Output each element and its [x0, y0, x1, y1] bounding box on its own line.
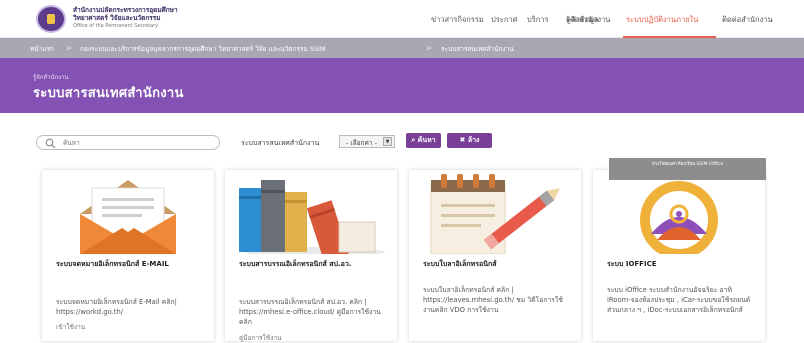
- card-title[interactable]: ระบบ IOFFICE: [607, 259, 757, 270]
- category-select[interactable]: - เลือกค่า - ▼: [339, 135, 395, 148]
- filter-label: ระบบสารสนเทศสำนักงาน: [241, 139, 320, 147]
- clear-button-label: ล้าง: [467, 136, 480, 144]
- envelope-icon: [42, 170, 214, 254]
- search-box[interactable]: [36, 135, 220, 150]
- nav-about[interactable]: รู้จักสำนักงาน: [566, 14, 610, 26]
- banner-subtitle: รู้จักสำนักงาน: [33, 74, 69, 81]
- search-input[interactable]: [63, 137, 213, 148]
- card-image: [593, 170, 765, 254]
- breadcrumb-separator: >: [426, 44, 432, 52]
- breadcrumb-home[interactable]: หน้าแรก: [30, 44, 54, 54]
- page-banner: รู้จักสำนักงาน ระบบสารสนเทศสำนักงาน: [0, 58, 804, 113]
- card-description: ระบบใบลาอิเล็กทรอนิกส์ คลิก | https://le…: [423, 286, 563, 314]
- breadcrumb: หน้าแรก > กองระบบและบริการข้อมูลบุคลากรก…: [0, 38, 804, 58]
- card-image: [225, 170, 397, 254]
- card-description: ระบบสารบรรณอิเล็กทรอนิกส์ สป.อว. คลิก | …: [239, 298, 381, 326]
- search-icon: ⌕: [411, 136, 416, 144]
- search-button[interactable]: ⌕ ค้นหา: [406, 133, 441, 148]
- card-description: ระบบ iOffice ระบบสำนักงานอัจฉริยะ อาทิ i…: [607, 286, 751, 314]
- card-image-caption: ห่วงโซ่คุณค่าห้องเรียน SSIM iOffice: [609, 158, 766, 180]
- breadcrumb-current: ระบบสารสนเทศสำนักงาน: [441, 45, 514, 53]
- card-link[interactable]: เข้าใช้งาน: [56, 322, 85, 332]
- card-description: ระบบจดหมายอิเล็กทรอนิกส์ E-Mail คลิก| ht…: [56, 298, 177, 316]
- search-button-label: ค้นหา: [417, 136, 436, 144]
- page-title: ระบบสารสนเทศสำนักงาน: [33, 86, 184, 101]
- system-card-ioffice[interactable]: ระบบ IOFFICE ระบบ iOffice ระบบสำนักงานอั…: [593, 170, 765, 341]
- card-image: [409, 170, 581, 254]
- search-icon: [45, 138, 56, 149]
- system-card-saraban[interactable]: ระบบสารบรรณอิเล็กทรอนิกส์ สป.อว. ระบบสาร…: [225, 170, 397, 343]
- books-icon: [225, 170, 397, 254]
- card-image: [42, 170, 214, 254]
- system-card-email[interactable]: ระบบจดหมายอิเล็กทรอนิกส์ E-MAIL ระบบจดหม…: [42, 170, 214, 341]
- nav-internal-systems[interactable]: ระบบปฏิบัติงานภายใน: [626, 14, 698, 26]
- nav-services[interactable]: บริการ: [527, 14, 549, 26]
- card-title[interactable]: ระบบสารบรรณอิเล็กทรอนิกส์ สป.อว.: [239, 259, 389, 270]
- breadcrumb-division[interactable]: กองระบบและบริการข้อมูลบุคลากรการอุดมศึกษ…: [80, 44, 326, 54]
- breadcrumb-separator: >: [66, 44, 72, 52]
- clear-button[interactable]: ✖ ล้าง: [447, 133, 492, 148]
- card-title[interactable]: ระบบจดหมายอิเล็กทรอนิกส์ E-MAIL: [56, 259, 206, 270]
- card-title[interactable]: ระบบใบลาอิเล็กทรอนิกส์: [423, 259, 573, 270]
- system-card-leave[interactable]: ระบบใบลาอิเล็กทรอนิกส์ ระบบใบลาอิเล็กทรอ…: [409, 170, 581, 341]
- nav-news[interactable]: ข่าวสารกิจกรรม: [431, 14, 484, 26]
- card-link[interactable]: คู่มือการใช้งาน: [239, 333, 281, 343]
- select-value: - เลือกค่า -: [346, 139, 377, 147]
- nav-contact[interactable]: ติดต่อสำนักงาน: [722, 14, 773, 26]
- close-icon: ✖: [459, 136, 466, 144]
- ioffice-logo-icon: [593, 170, 765, 254]
- chevron-down-icon: ▼: [383, 137, 392, 146]
- notepad-pencil-icon: [409, 170, 581, 254]
- nav-announcements[interactable]: ประกาศ: [491, 14, 517, 26]
